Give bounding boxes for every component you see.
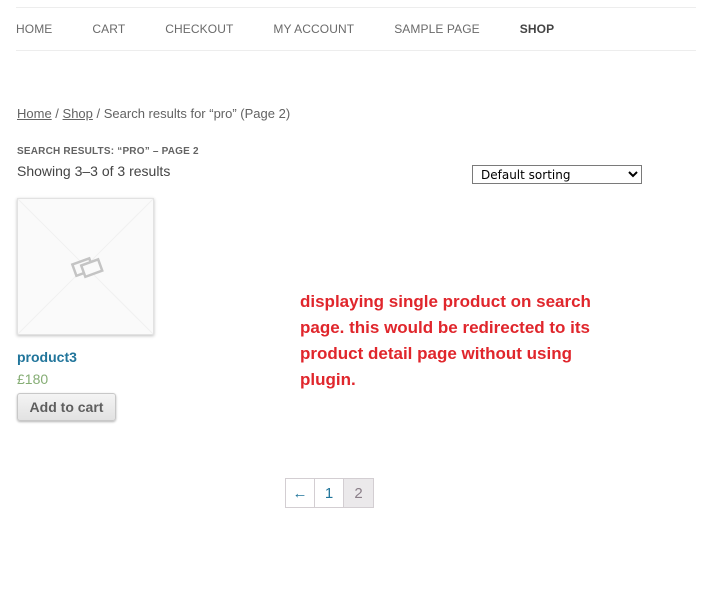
nav-item-home[interactable]: Home: [16, 22, 52, 36]
breadcrumb-separator: /: [92, 106, 104, 121]
product-image[interactable]: [17, 198, 154, 335]
result-count: Showing 3–3 of 3 results: [17, 163, 171, 179]
placeholder-image-icon: [18, 199, 153, 334]
nav-item-checkout[interactable]: Checkout: [165, 22, 233, 36]
nav-item-cart[interactable]: Cart: [92, 22, 125, 36]
breadcrumb-shop-link[interactable]: Shop: [63, 106, 93, 121]
page-title: Search Results: “pro” – Page 2: [17, 146, 199, 157]
breadcrumb: Home / Shop / Search results for “pro” (…: [17, 106, 290, 121]
pagination-page-1[interactable]: 1: [315, 479, 344, 507]
nav-item-sample-page[interactable]: Sample Page: [394, 22, 480, 36]
nav-item-my-account[interactable]: My Account: [273, 22, 354, 36]
sorting-select[interactable]: Default sorting: [472, 165, 642, 184]
page: Home Cart Checkout My Account Sample Pag…: [0, 0, 712, 595]
main-navigation: Home Cart Checkout My Account Sample Pag…: [16, 7, 696, 51]
annotation-note: displaying single product on search page…: [300, 292, 591, 389]
pagination-page-current: 2: [344, 479, 373, 507]
add-to-cart-button[interactable]: Add to cart: [17, 393, 116, 421]
pagination-prev-arrow[interactable]: ←: [286, 479, 315, 507]
breadcrumb-current: Search results for “pro” (Page 2): [103, 106, 291, 121]
product-title-link[interactable]: product3: [17, 349, 77, 365]
breadcrumb-home-link[interactable]: Home: [17, 106, 52, 121]
product-price: £180: [17, 371, 49, 387]
pagination: ← 1 2: [285, 478, 374, 508]
breadcrumb-separator: /: [51, 106, 63, 121]
nav-item-shop[interactable]: Shop: [520, 22, 554, 36]
